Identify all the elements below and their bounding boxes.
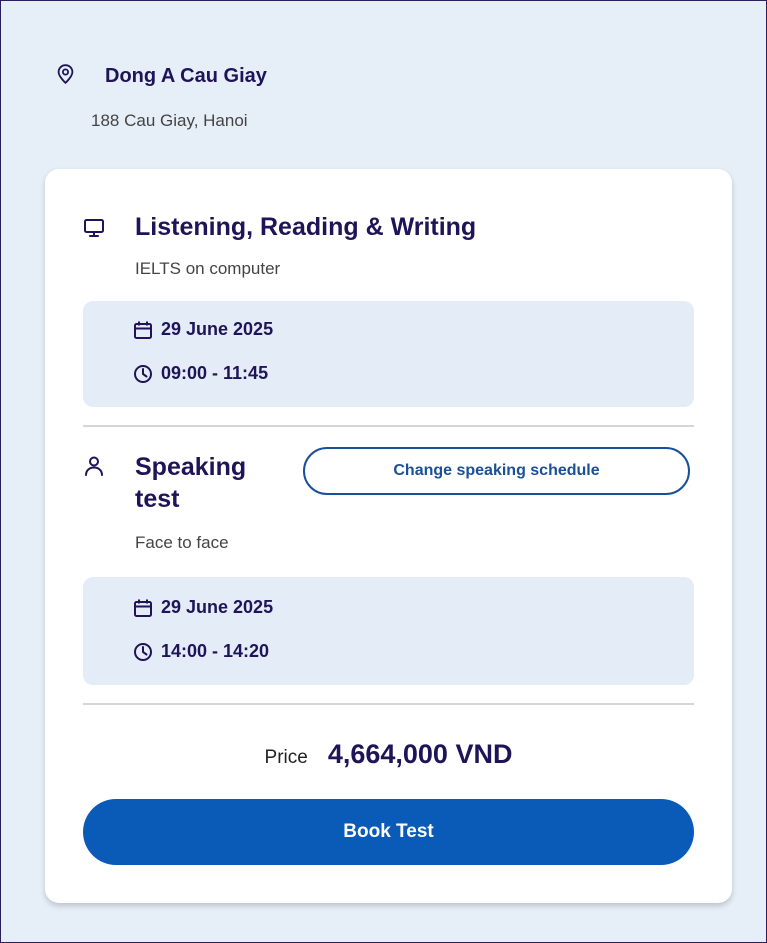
speaking-test-title-line2: test bbox=[135, 485, 180, 513]
person-icon bbox=[85, 456, 103, 476]
written-time-row: 09:00 - 11:45 bbox=[133, 363, 268, 384]
speaking-test-title-line1: Speaking bbox=[135, 453, 247, 481]
section-divider bbox=[83, 425, 694, 427]
written-test-time: 09:00 - 11:45 bbox=[161, 363, 269, 383]
venue-address: 188 Cau Giay, Hanoi bbox=[91, 111, 248, 130]
booking-panel: Dong A Cau Giay 188 Cau Giay, Hanoi List… bbox=[0, 0, 767, 943]
written-test-schedule: 29 June 2025 09:00 - 11:45 bbox=[83, 301, 694, 407]
price-row: Price 4,664,000 VND bbox=[45, 739, 732, 770]
speaking-date-row: 29 June 2025 bbox=[133, 597, 273, 618]
speaking-test-time: 14:00 - 14:20 bbox=[161, 641, 270, 661]
written-test-subtitle: IELTS on computer bbox=[135, 259, 281, 278]
speaking-test-schedule: 29 June 2025 14:00 - 14:20 bbox=[83, 577, 694, 685]
speaking-test-subtitle: Face to face bbox=[135, 533, 229, 552]
speaking-test-title: Speaking test bbox=[135, 451, 246, 515]
section-divider bbox=[83, 703, 694, 705]
clock-icon bbox=[134, 642, 152, 661]
speaking-time-row: 14:00 - 14:20 bbox=[133, 641, 269, 662]
written-test-title: Listening, Reading & Writing bbox=[135, 213, 477, 241]
price-label: Price bbox=[264, 747, 308, 768]
written-test-date: 29 June 2025 bbox=[161, 319, 274, 339]
book-test-button[interactable]: Book Test bbox=[83, 799, 694, 865]
venue-name: Dong A Cau Giay bbox=[105, 65, 267, 87]
speaking-test-date: 29 June 2025 bbox=[161, 597, 274, 617]
change-speaking-schedule-button[interactable]: Change speaking schedule bbox=[303, 447, 690, 495]
location-pin-icon bbox=[57, 64, 74, 84]
clock-icon bbox=[134, 364, 152, 383]
price-value: 4,664,000 VND bbox=[327, 739, 513, 769]
test-booking-card: Listening, Reading & Writing IELTS on co… bbox=[45, 169, 732, 903]
calendar-icon bbox=[134, 599, 152, 617]
calendar-icon bbox=[134, 321, 152, 339]
monitor-icon bbox=[84, 219, 104, 237]
written-date-row: 29 June 2025 bbox=[133, 319, 273, 340]
